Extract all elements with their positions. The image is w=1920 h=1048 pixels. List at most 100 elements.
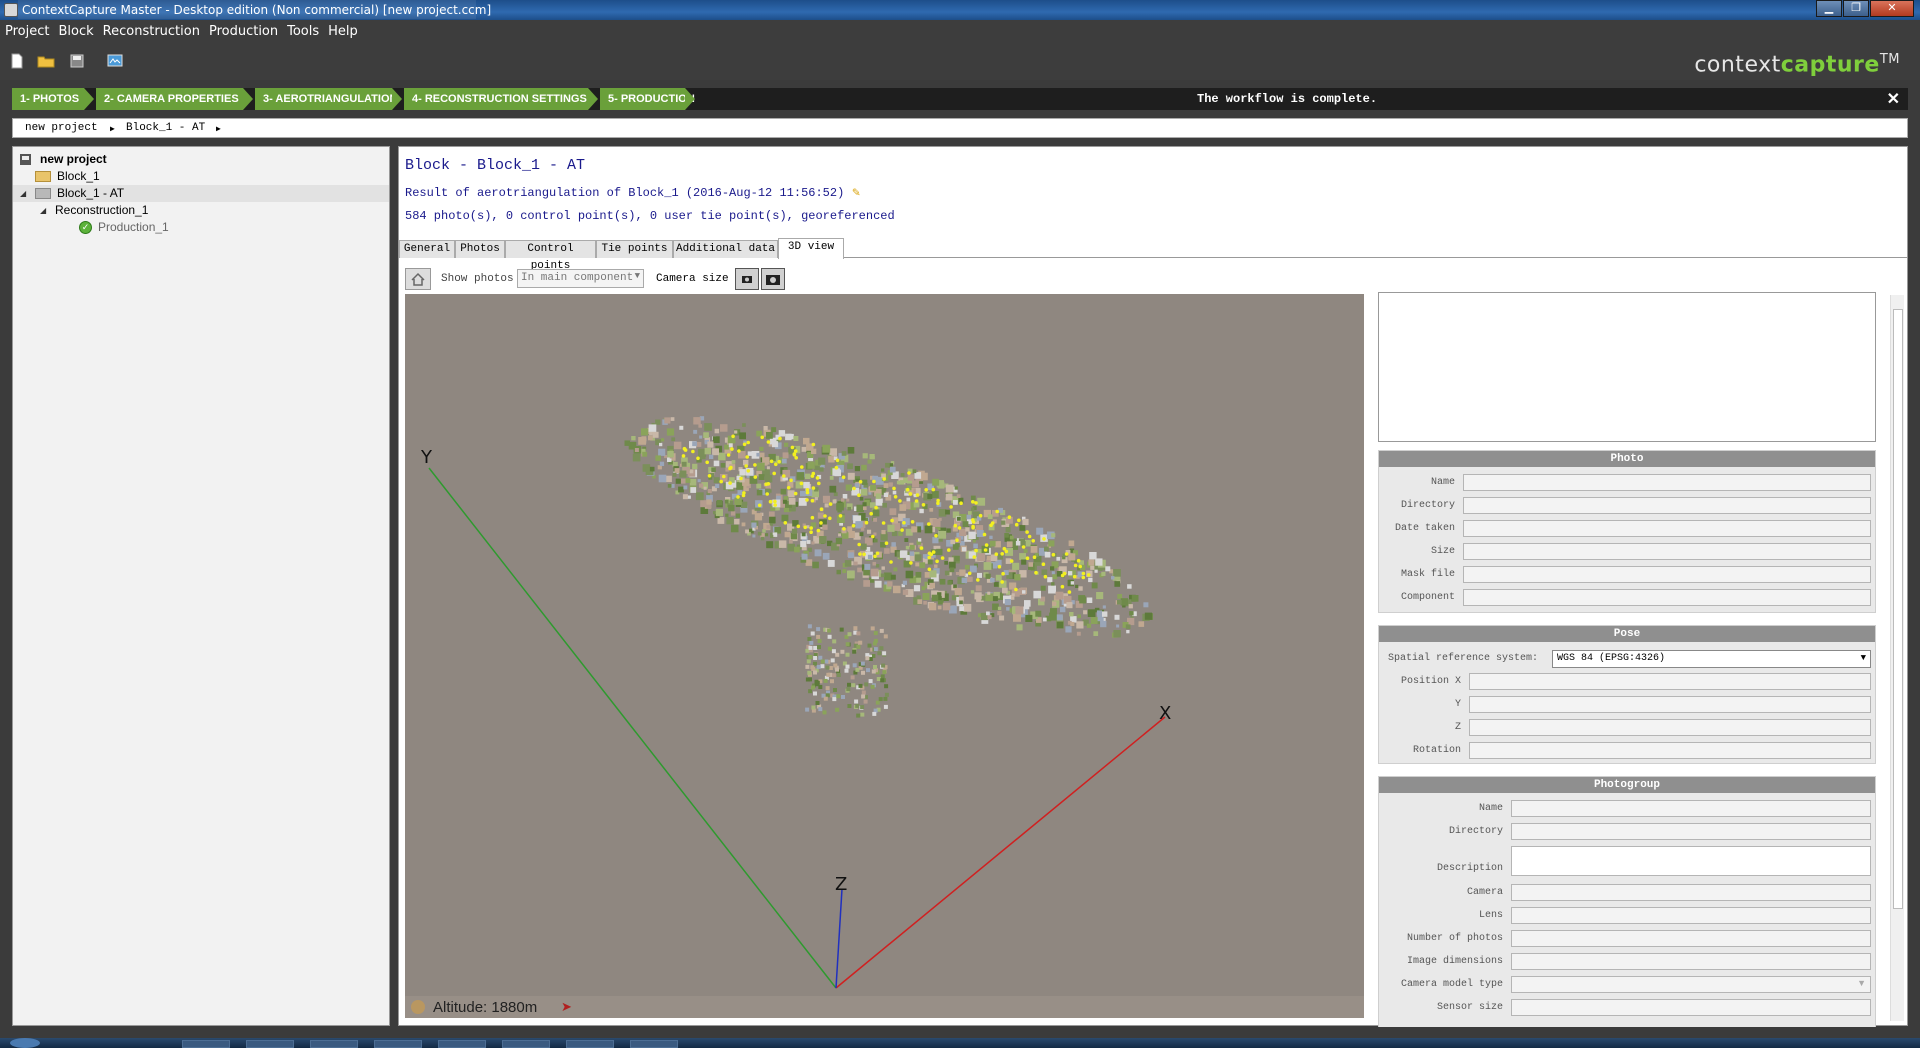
tab-additional-data[interactable]: Additional data: [673, 240, 778, 258]
position-z-field[interactable]: [1469, 719, 1871, 736]
photo-component-field[interactable]: [1463, 589, 1871, 606]
minimize-button[interactable]: ▁: [1816, 0, 1842, 17]
cloud-point: [697, 479, 701, 483]
tab-3d-view[interactable]: 3D view: [778, 238, 844, 259]
camera-larger-button[interactable]: [761, 268, 785, 290]
tree-item-production[interactable]: ✓ Production_1: [13, 219, 389, 236]
step-reconstruction-settings[interactable]: 4- RECONSTRUCTION SETTINGS: [404, 88, 588, 110]
cloud-point: [683, 485, 688, 490]
collapse-icon[interactable]: ◢: [20, 185, 26, 202]
menu-block[interactable]: Block: [53, 20, 97, 39]
sensor-size-field[interactable]: [1511, 999, 1871, 1016]
camera-smaller-button[interactable]: [735, 268, 759, 290]
photo-size-field[interactable]: [1463, 543, 1871, 560]
camera-marker: [1043, 574, 1048, 579]
cloud-point: [977, 553, 986, 561]
start-button[interactable]: [10, 1038, 40, 1048]
srs-select[interactable]: WGS 84 (EPSG:4326) ▼: [1552, 650, 1871, 668]
monitor-button[interactable]: [106, 52, 124, 70]
cloud-point: [756, 430, 762, 437]
taskbar-app[interactable]: [182, 1040, 230, 1048]
menu-project[interactable]: Project: [0, 20, 53, 39]
home-view-button[interactable]: [405, 268, 431, 290]
tab-tie-points[interactable]: Tie points: [596, 240, 673, 258]
tab-general[interactable]: General: [399, 240, 455, 258]
cloud-point: [909, 551, 915, 556]
open-project-button[interactable]: [37, 52, 55, 70]
group-description-field[interactable]: [1511, 846, 1871, 876]
collapse-icon[interactable]: ◢: [40, 202, 46, 219]
group-name-field[interactable]: [1511, 800, 1871, 817]
group-directory-field[interactable]: [1511, 823, 1871, 840]
tree-item-project[interactable]: new project: [13, 151, 389, 168]
menu-help[interactable]: Help: [323, 20, 362, 39]
save-button[interactable]: [68, 52, 86, 70]
step-photos[interactable]: 1- PHOTOS: [12, 88, 84, 110]
menu-tools[interactable]: Tools: [282, 20, 323, 39]
new-file-button[interactable]: [8, 52, 26, 70]
folder-icon: [35, 171, 51, 182]
cloud-point: [1114, 614, 1120, 620]
scrollbar-thumb[interactable]: [1893, 309, 1903, 909]
taskbar-app[interactable]: [374, 1040, 422, 1048]
breadcrumb-project[interactable]: new project: [25, 122, 98, 134]
position-y-field[interactable]: [1469, 696, 1871, 713]
cloud-point: [854, 483, 860, 488]
cloud-point: [883, 492, 888, 497]
photo-name-field[interactable]: [1463, 474, 1871, 491]
cloud-point: [728, 443, 733, 448]
workflow-close-icon[interactable]: ✕: [1887, 89, 1900, 109]
taskbar-app[interactable]: [502, 1040, 550, 1048]
breadcrumb-block[interactable]: Block_1 - AT: [126, 122, 205, 134]
cloud-point: [884, 581, 888, 585]
tree-item-reconstruction[interactable]: ◢ Reconstruction_1: [13, 202, 389, 219]
pencil-icon[interactable]: ✎: [852, 185, 860, 200]
close-window-button[interactable]: ✕: [1870, 0, 1914, 17]
tree-item-block-1-at[interactable]: ◢ Block_1 - AT: [13, 185, 389, 202]
maximize-button[interactable]: ❐: [1843, 0, 1869, 17]
taskbar-app[interactable]: [438, 1040, 486, 1048]
cloud-point: [1068, 553, 1076, 561]
tab-photos[interactable]: Photos: [455, 240, 505, 258]
cloud-point: [808, 645, 813, 650]
camera-field[interactable]: [1511, 884, 1871, 901]
position-x-field[interactable]: [1469, 673, 1871, 690]
cloud-point: [818, 655, 823, 660]
prop-label: Z: [1454, 722, 1461, 733]
camera-model-type-select[interactable]: ▼: [1511, 976, 1871, 993]
image-dimensions-field[interactable]: [1511, 953, 1871, 970]
cloud-point: [817, 645, 821, 649]
taskbar-app[interactable]: [566, 1040, 614, 1048]
rotation-field[interactable]: [1469, 742, 1871, 759]
cloud-point: [985, 573, 991, 579]
step-aerotriangulation[interactable]: 3- AEROTRIANGULATION: [255, 88, 397, 110]
cloud-point: [946, 528, 951, 533]
camera-marker: [736, 495, 740, 499]
camera-marker: [811, 486, 816, 490]
camera-marker: [764, 482, 768, 486]
cloud-point: [873, 665, 877, 669]
step-camera-properties[interactable]: 2- CAMERA PROPERTIES: [96, 88, 243, 110]
taskbar-app[interactable]: [310, 1040, 358, 1048]
step-production[interactable]: 5- PRODUCTION: [600, 88, 695, 110]
camera-marker: [940, 556, 945, 560]
camera-marker: [873, 554, 877, 559]
lens-field[interactable]: [1511, 907, 1871, 924]
properties-scrollbar[interactable]: [1890, 295, 1904, 1021]
cloud-point: [739, 469, 746, 476]
show-photos-select[interactable]: In main component ▼: [517, 269, 644, 288]
menu-production[interactable]: Production: [204, 20, 282, 39]
tab-control-points[interactable]: Control points: [505, 240, 596, 272]
photo-date-field[interactable]: [1463, 520, 1871, 537]
camera-marker: [838, 514, 843, 518]
taskbar-app[interactable]: [246, 1040, 294, 1048]
number-of-photos-field[interactable]: [1511, 930, 1871, 947]
photo-mask-field[interactable]: [1463, 566, 1871, 583]
taskbar-app[interactable]: [630, 1040, 678, 1048]
3d-viewport[interactable]: Y X Z Altitude: 1880m ➤: [405, 294, 1364, 1018]
photo-directory-field[interactable]: [1463, 497, 1871, 514]
cloud-point: [1093, 631, 1099, 636]
tree-item-block-1[interactable]: Block_1: [13, 168, 389, 185]
cloud-point: [1101, 571, 1106, 576]
menu-reconstruction[interactable]: Reconstruction: [98, 20, 204, 39]
